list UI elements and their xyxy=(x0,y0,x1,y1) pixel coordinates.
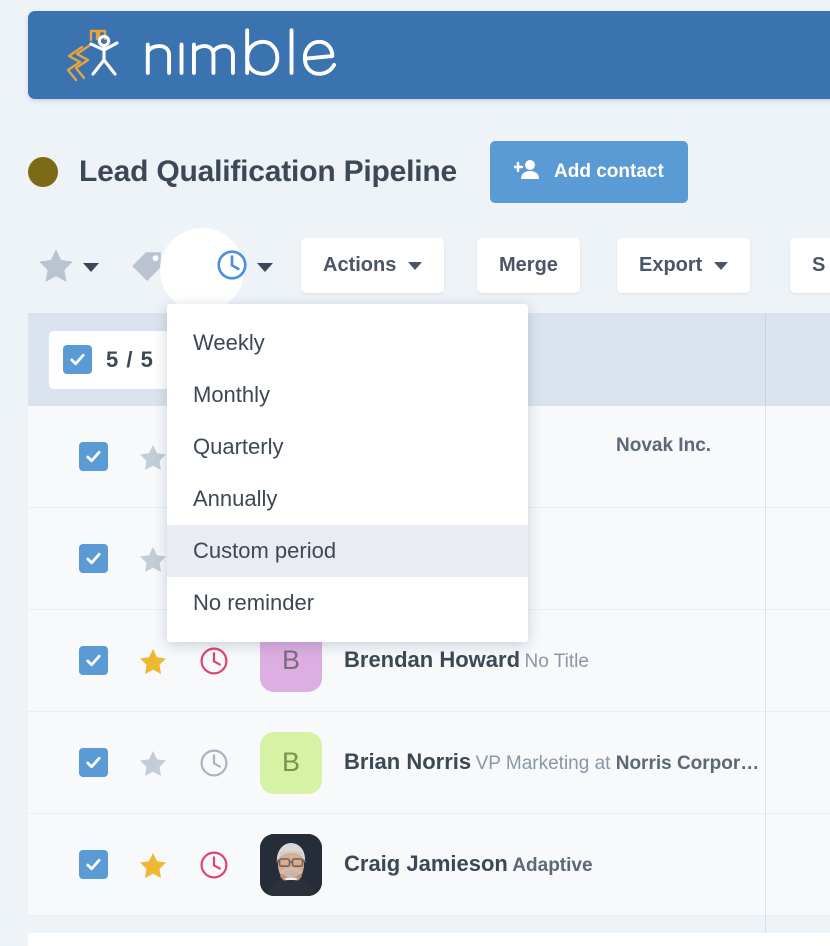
star-icon[interactable] xyxy=(139,444,167,470)
export-button-label: Export xyxy=(639,254,703,276)
menu-item-quarterly[interactable]: Quarterly xyxy=(167,421,528,473)
contact-subtitle: VP Marketing at Norris Corpor… xyxy=(476,753,760,774)
tag-icon xyxy=(129,249,163,286)
export-button[interactable]: Export xyxy=(617,238,751,293)
star-filter-dropdown[interactable] xyxy=(38,248,99,287)
avatar-initial: B xyxy=(281,645,300,675)
add-person-icon xyxy=(512,158,540,186)
reminder-clock-icon[interactable] xyxy=(199,850,229,880)
contact-names: Brendan Howard No Title xyxy=(344,646,589,675)
nimble-logo[interactable] xyxy=(60,25,347,85)
menu-item-annually[interactable]: Annually xyxy=(167,473,528,525)
contact-company[interactable]: Norris Corpor… xyxy=(616,753,760,774)
tag-filter-dropdown[interactable] xyxy=(129,249,188,286)
page-title-row: Lead Qualification Pipeline Add contact xyxy=(28,136,830,208)
table-bottom-strip xyxy=(28,933,830,946)
table-row[interactable]: B Brian Norris VP Marketing at Norris Co… xyxy=(28,712,830,814)
nimble-wordmark xyxy=(142,25,347,85)
menu-item-monthly[interactable]: Monthly xyxy=(167,369,528,421)
select-all-checkbox[interactable] xyxy=(63,345,92,374)
contact-name[interactable]: Brian Norris xyxy=(344,749,471,774)
app-root: Lead Qualification Pipeline Add contact xyxy=(0,0,830,946)
menu-item-label: Quarterly xyxy=(193,434,284,459)
chevron-down-icon xyxy=(714,261,729,270)
reminder-clock-icon[interactable] xyxy=(199,646,229,676)
menu-item-label: No reminder xyxy=(193,590,315,615)
settings-button-label: S xyxy=(812,254,826,276)
menu-item-label: Annually xyxy=(193,486,278,511)
row-checkbox[interactable] xyxy=(79,646,108,675)
table-row[interactable]: Craig Jamieson Adaptive xyxy=(28,814,830,916)
star-icon xyxy=(38,248,74,287)
contact-name[interactable]: Brendan Howard xyxy=(344,647,520,672)
settings-button[interactable]: S xyxy=(790,238,830,293)
actions-button[interactable]: Actions xyxy=(301,238,445,293)
actions-button-label: Actions xyxy=(323,254,397,276)
menu-item-label: Weekly xyxy=(193,330,265,355)
row-checkbox[interactable] xyxy=(79,442,108,471)
contact-names: Craig Jamieson Adaptive xyxy=(344,850,593,879)
menu-item-label: Monthly xyxy=(193,382,271,407)
star-icon[interactable] xyxy=(139,546,167,572)
brand-bar xyxy=(28,11,830,99)
clock-icon xyxy=(216,249,248,286)
avatar[interactable]: B xyxy=(260,731,322,794)
contact-subtitle-prefix: VP Marketing at xyxy=(475,753,616,775)
reminder-dropdown-menu: Weekly Monthly Quarterly Annually Custom… xyxy=(167,304,528,642)
chevron-down-icon xyxy=(257,262,273,272)
row-checkbox[interactable] xyxy=(79,850,108,879)
contact-names: Brian Norris VP Marketing at Norris Corp… xyxy=(344,748,759,777)
chevron-down-icon xyxy=(172,262,188,272)
chevron-down-icon xyxy=(408,261,423,270)
star-icon[interactable] xyxy=(139,750,167,776)
star-icon[interactable] xyxy=(139,852,167,878)
contact-subtitle: Adaptive xyxy=(512,855,593,877)
menu-item-label: Custom period xyxy=(193,538,337,563)
pipeline-color-dot xyxy=(28,157,58,187)
star-icon[interactable] xyxy=(139,648,167,674)
avatar[interactable] xyxy=(260,833,322,896)
menu-item-no-reminder[interactable]: No reminder xyxy=(167,577,528,629)
row-checkbox[interactable] xyxy=(79,748,108,777)
contact-subtitle: Novak Inc. xyxy=(616,435,712,457)
add-contact-button[interactable]: Add contact xyxy=(490,141,688,203)
avatar-initial: B xyxy=(281,747,300,777)
reminder-clock-icon[interactable] xyxy=(199,748,229,778)
selection-count-label: 5 / 5 xyxy=(106,346,154,372)
contact-subtitle: No Title xyxy=(524,651,589,673)
menu-item-custom-period[interactable]: Custom period xyxy=(167,525,528,577)
row-checkbox[interactable] xyxy=(79,544,108,573)
nimble-runner-logo-icon xyxy=(60,26,132,84)
reminder-filter-dropdown[interactable] xyxy=(216,249,273,286)
merge-button[interactable]: Merge xyxy=(477,238,580,293)
contact-name[interactable]: Craig Jamieson xyxy=(344,851,508,876)
menu-item-weekly[interactable]: Weekly xyxy=(167,317,528,369)
chevron-down-icon xyxy=(83,262,99,272)
page-title: Lead Qualification Pipeline xyxy=(79,155,458,188)
column-divider xyxy=(765,313,766,933)
merge-button-label: Merge xyxy=(499,254,558,276)
add-contact-label: Add contact xyxy=(554,161,664,182)
